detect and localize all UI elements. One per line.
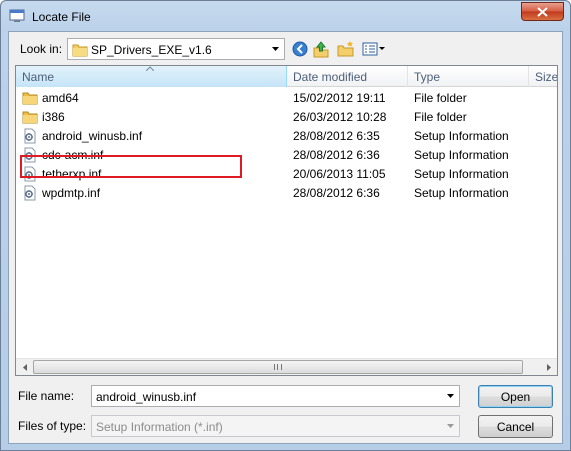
file-name-cell: amd64 [42, 91, 79, 105]
file-date-cell: 28/08/2012 6:35 [293, 129, 380, 143]
scrollbar-grip-icon [274, 364, 282, 370]
column-header-type[interactable]: Type [408, 66, 529, 87]
back-button[interactable] [290, 39, 310, 59]
table-row[interactable]: android_winusb.inf 28/08/2012 6:35 Setup I… [16, 126, 557, 145]
chevron-right-icon [546, 363, 551, 371]
file-name-label: File name: [18, 389, 75, 403]
chevron-down-icon [447, 424, 454, 428]
cancel-button[interactable]: Cancel [478, 415, 553, 438]
folder-icon [22, 109, 38, 125]
look-in-label: Look in: [20, 42, 63, 56]
look-in-dropdown-arrow[interactable] [267, 39, 284, 59]
open-button[interactable]: Open [478, 385, 553, 408]
column-header-name[interactable]: Name [16, 66, 287, 87]
close-button[interactable] [521, 2, 564, 21]
setup-file-icon [22, 128, 38, 144]
dialog-body: Look in: SP_Drivers_EXE_v1.6 Name Date m… [8, 31, 563, 444]
horizontal-scrollbar[interactable] [16, 358, 557, 375]
file-name-cell: wpdmtp.inf [42, 186, 101, 200]
back-arrow-icon [292, 41, 308, 57]
file-name-input[interactable]: android_winusb.inf [91, 385, 460, 407]
files-of-type-select[interactable]: Setup Information (*.inf) [91, 415, 460, 437]
folder-icon [72, 44, 88, 57]
column-header-size[interactable]: Size [529, 66, 558, 87]
window-title: Locate File [32, 10, 91, 24]
look-in-value: SP_Drivers_EXE_v1.6 [91, 43, 212, 57]
selection-highlight [20, 155, 242, 178]
chevron-down-icon [447, 394, 454, 398]
file-date-cell: 28/08/2012 6:36 [293, 186, 380, 200]
file-name-dropdown-arrow[interactable] [442, 386, 459, 406]
table-row[interactable]: amd64 15/02/2012 19:11 File folder [16, 88, 557, 107]
sort-ascending-icon [146, 66, 154, 71]
column-type-label: Type [414, 70, 441, 84]
file-name-value: android_winusb.inf [96, 390, 197, 404]
files-of-type-dropdown-arrow[interactable] [442, 416, 459, 436]
table-row[interactable]: i386 26/03/2012 10:28 File folder [16, 107, 557, 126]
file-type-cell: Setup Information [414, 148, 509, 162]
new-folder-button[interactable] [336, 39, 356, 59]
files-of-type-label: Files of type: [18, 419, 87, 433]
file-type-cell: Setup Information [414, 129, 509, 143]
chevron-down-icon [272, 47, 279, 51]
column-name-label: Name [22, 70, 55, 84]
scrollbar-thumb[interactable] [33, 360, 523, 374]
scroll-left-button[interactable] [16, 359, 33, 375]
files-of-type-value: Setup Information (*.inf) [96, 420, 223, 434]
file-name-cell: i386 [42, 110, 65, 124]
folder-icon [22, 90, 38, 106]
column-header-date[interactable]: Date modified [287, 66, 408, 87]
table-row[interactable]: wpdmtp.inf 28/08/2012 6:36 Setup Informati… [16, 183, 557, 202]
chevron-left-icon [22, 363, 27, 371]
file-type-cell: File folder [414, 91, 467, 105]
up-folder-icon [313, 40, 329, 57]
look-in-dropdown[interactable]: SP_Drivers_EXE_v1.6 [67, 38, 285, 60]
title-bar[interactable]: Locate File [1, 1, 570, 31]
list-header: Name Date modified Type Size [16, 66, 557, 87]
file-date-cell: 26/03/2012 10:28 [293, 110, 387, 124]
file-date-cell: 20/06/2013 11:05 [293, 167, 386, 181]
close-icon [537, 6, 548, 17]
column-size-label: Size [535, 70, 558, 84]
up-folder-button[interactable] [311, 39, 331, 59]
view-list-icon [362, 42, 385, 56]
scroll-right-button[interactable] [540, 359, 557, 375]
app-icon [9, 9, 25, 22]
new-folder-icon [337, 41, 354, 57]
file-type-cell: Setup Information [414, 167, 509, 181]
file-list[interactable]: Name Date modified Type Size amd64 15/02/… [15, 65, 558, 376]
file-name-cell: android_winusb.inf [42, 129, 143, 143]
column-date-label: Date modified [293, 70, 368, 84]
view-menu-button[interactable] [361, 39, 387, 59]
file-type-cell: Setup Information [414, 186, 509, 200]
file-date-cell: 15/02/2012 19:11 [293, 91, 386, 105]
locate-file-dialog: Locate File Look in: SP_Drivers_EXE_v1.6 [0, 0, 571, 451]
setup-file-icon [22, 185, 38, 201]
file-type-cell: File folder [414, 110, 467, 124]
file-date-cell: 28/08/2012 6:36 [293, 148, 380, 162]
